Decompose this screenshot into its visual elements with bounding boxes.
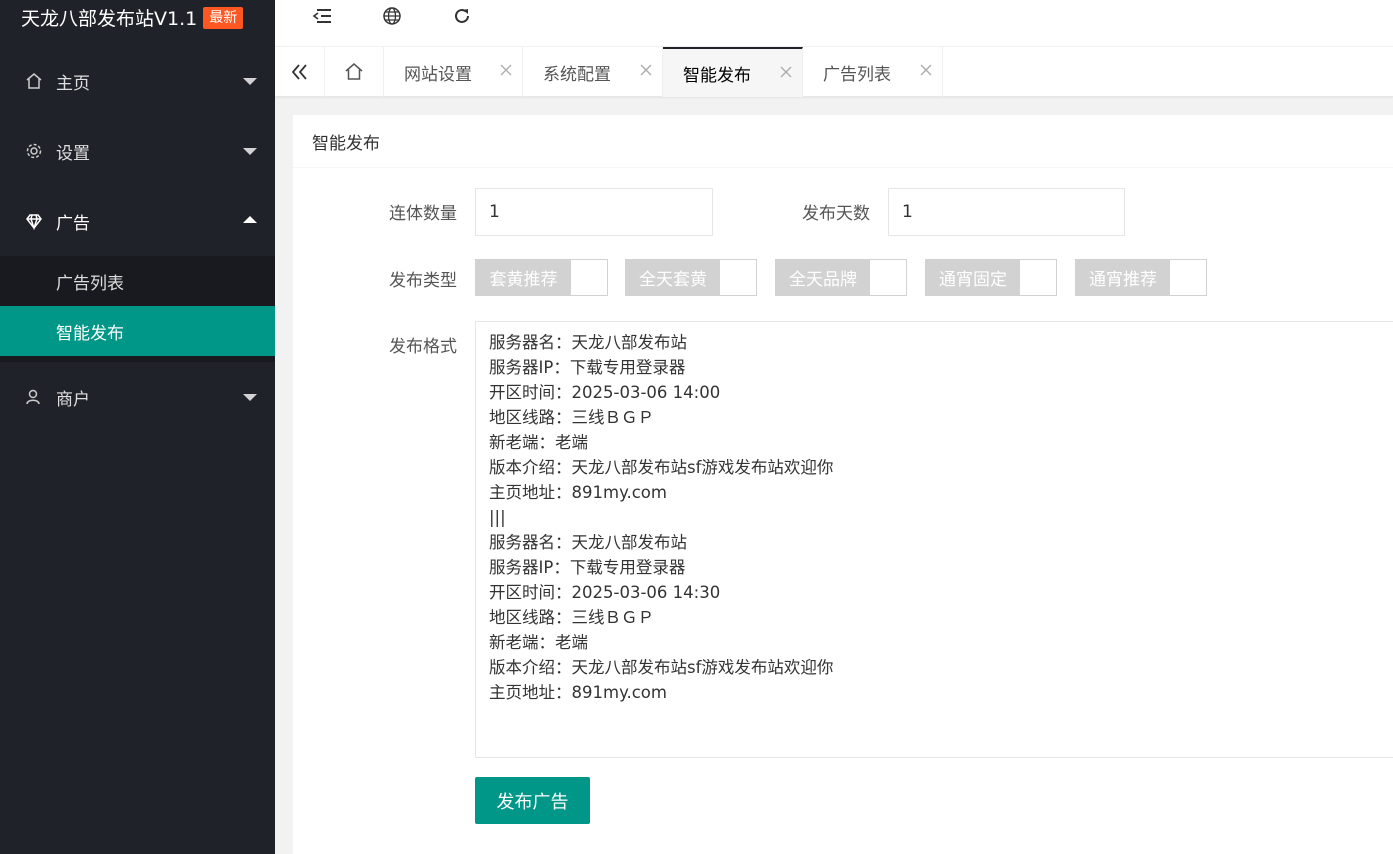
tab-ad-list[interactable]: 广告列表 <box>803 47 943 97</box>
new-badge: 最新 <box>203 6 244 29</box>
double-chevron-left-icon <box>291 64 307 80</box>
diamond-icon <box>24 211 44 231</box>
type-toggle-4[interactable]: 通宵推荐 <box>1075 259 1207 296</box>
tab-system-config[interactable]: 系统配置 <box>523 47 663 97</box>
type-toggle-1[interactable]: 全天套黄 <box>625 259 757 296</box>
sidebar-item-ads[interactable]: 广告 <box>0 186 275 256</box>
format-line: 地区线路：三线ＢＧＰ <box>489 408 654 427</box>
gear-icon <box>24 141 44 161</box>
tab-scroll-left-button[interactable] <box>275 47 325 97</box>
toggle-label: 通宵推荐 <box>1076 260 1170 295</box>
type-toggle-3[interactable]: 通宵固定 <box>925 259 1057 296</box>
sidebar-item-settings[interactable]: 设置 <box>0 116 275 186</box>
sidebar-subitem-smart-publish[interactable]: 智能发布 <box>0 306 275 356</box>
card-title: 智能发布 <box>293 115 1393 168</box>
top-header <box>275 0 1393 47</box>
chevron-up-icon <box>243 216 257 223</box>
format-line: 开区时间：2025-03-06 14:00 <box>489 383 721 402</box>
sidebar-item-label: 设置 <box>56 143 90 164</box>
home-icon <box>345 63 363 80</box>
chevron-down-icon <box>243 394 257 401</box>
tab-bar: 网站设置 系统配置 智能发布 广告列表 <box>275 47 1393 97</box>
tab-label: 广告列表 <box>823 64 891 85</box>
format-line: 主页地址：891my.com <box>489 483 667 502</box>
sidebar-nav: 主页 设置 广告 广告列表 智能发布 商户 <box>0 46 275 432</box>
format-line: 开区时间：2025-03-06 14:30 <box>489 583 721 602</box>
format-line: 主页地址：891my.com <box>489 683 667 702</box>
format-line: ||| <box>489 508 506 527</box>
app-title: 天龙八部发布站V1.1 <box>21 8 198 30</box>
tab-label: 智能发布 <box>683 65 751 86</box>
format-textarea[interactable]: 服务器名：天龙八部发布站 服务器IP：下载专用登录器 开区时间：2025-03-… <box>475 321 1393 758</box>
home-icon <box>24 71 44 91</box>
chevron-down-icon <box>243 78 257 85</box>
format-line: 版本介绍：天龙八部发布站sf游戏发布站欢迎你 <box>489 458 834 477</box>
format-label: 发布格式 <box>389 337 457 357</box>
sidebar-item-label: 商户 <box>56 389 90 410</box>
brand: 天龙八部发布站V1.1 最新 <box>0 0 275 35</box>
format-line: 服务器IP：下载专用登录器 <box>489 558 686 577</box>
refresh-icon[interactable] <box>450 4 474 28</box>
tab-label: 网站设置 <box>404 64 472 85</box>
format-line: 服务器IP：下载专用登录器 <box>489 358 686 377</box>
globe-icon[interactable] <box>380 4 404 28</box>
toggle-label: 全天品牌 <box>776 260 870 295</box>
publish-card: 智能发布 连体数量 1 发布天数 1 发布类型 套黄推荐 全天套黄 全天品牌 通… <box>293 115 1393 854</box>
count-label: 连体数量 <box>389 204 457 224</box>
close-icon[interactable] <box>780 66 792 78</box>
user-icon <box>24 387 44 407</box>
menu-toggle-icon[interactable] <box>310 4 334 28</box>
close-icon[interactable] <box>640 64 652 76</box>
type-label: 发布类型 <box>389 271 457 291</box>
close-icon[interactable] <box>500 64 512 76</box>
sidebar-item-merchant[interactable]: 商户 <box>0 362 275 432</box>
tab-smart-publish[interactable]: 智能发布 <box>663 47 803 97</box>
toggle-label: 套黄推荐 <box>476 260 571 295</box>
tab-site-settings[interactable]: 网站设置 <box>384 47 523 97</box>
sidebar: 天龙八部发布站V1.1 最新 主页 设置 广告 广告列表 智能发布 商户 <box>0 0 275 854</box>
type-toggle-2[interactable]: 全天品牌 <box>775 259 907 296</box>
count-input[interactable]: 1 <box>475 188 713 236</box>
sidebar-item-label: 主页 <box>56 73 90 94</box>
type-toggle-0[interactable]: 套黄推荐 <box>475 259 608 296</box>
format-line: 新老端：老端 <box>489 633 588 652</box>
format-line: 版本介绍：天龙八部发布站sf游戏发布站欢迎你 <box>489 658 834 677</box>
tab-label: 系统配置 <box>543 64 611 85</box>
sidebar-item-label: 广告 <box>56 213 90 234</box>
sidebar-item-home[interactable]: 主页 <box>0 46 275 116</box>
days-label: 发布天数 <box>802 204 870 224</box>
chevron-down-icon <box>243 148 257 155</box>
toggle-label: 通宵固定 <box>926 260 1020 295</box>
toggle-label: 全天套黄 <box>626 260 720 295</box>
format-line: 服务器名：天龙八部发布站 <box>489 533 687 552</box>
format-line: 地区线路：三线ＢＧＰ <box>489 608 654 627</box>
days-input[interactable]: 1 <box>888 188 1125 236</box>
sidebar-subitem-ad-list[interactable]: 广告列表 <box>0 256 275 306</box>
close-icon[interactable] <box>920 64 932 76</box>
format-line: 服务器名：天龙八部发布站 <box>489 333 687 352</box>
publish-ad-button[interactable]: 发布广告 <box>475 777 590 824</box>
tab-home[interactable] <box>325 47 384 97</box>
format-line: 新老端：老端 <box>489 433 588 452</box>
sidebar-subnav: 广告列表 智能发布 <box>0 256 275 356</box>
